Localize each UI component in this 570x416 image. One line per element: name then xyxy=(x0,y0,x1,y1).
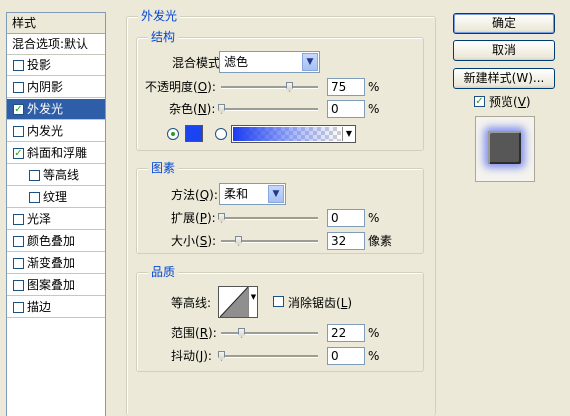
jitter-input[interactable]: 0 xyxy=(327,347,365,365)
style-item[interactable]: 描边 xyxy=(7,297,105,318)
size-input[interactable]: 32 xyxy=(327,232,365,250)
jitter-label: 抖动(J): xyxy=(171,349,212,363)
style-item-label: 投影 xyxy=(27,58,52,72)
elements-title: 图素 xyxy=(148,161,179,175)
anti-alias-label: 消除锯齿(L) xyxy=(288,296,353,310)
size-unit: 像素 xyxy=(368,234,393,248)
style-item-checkbox[interactable]: ✓ xyxy=(13,104,24,115)
blending-options-label: 混合选项:默认 xyxy=(12,37,89,51)
spread-slider-track xyxy=(221,217,318,220)
style-item[interactable]: ✓ 斜面和浮雕 xyxy=(7,143,105,164)
gradient-picker[interactable]: ▼ xyxy=(231,125,356,143)
range-slider-track xyxy=(221,332,318,335)
opacity-label: 不透明度(O): xyxy=(145,80,216,94)
range-input[interactable]: 22 xyxy=(327,324,365,342)
style-item-label: 光泽 xyxy=(27,212,52,226)
contour-picker[interactable]: ▼ xyxy=(218,286,258,318)
size-label: 大小(S): xyxy=(171,234,217,248)
style-item-checkbox[interactable] xyxy=(13,258,24,269)
style-item-label: 内阴影 xyxy=(27,80,64,94)
new-style-button[interactable]: 新建样式(W)... xyxy=(453,68,555,89)
style-item[interactable]: 等高线 xyxy=(7,165,105,186)
chevron-down-icon: ▼ xyxy=(248,287,258,317)
styles-header: 样式 xyxy=(7,13,105,34)
spread-input[interactable]: 0 xyxy=(327,209,365,227)
blend-mode-label: 混合模式: xyxy=(172,56,225,70)
opacity-slider-track xyxy=(221,86,318,89)
style-item-label: 图案叠加 xyxy=(27,278,76,292)
gradient-radio[interactable] xyxy=(215,128,227,140)
noise-input[interactable]: 0 xyxy=(327,100,365,118)
style-item-checkbox[interactable] xyxy=(13,82,24,93)
style-item-label: 内发光 xyxy=(27,124,64,138)
style-preview-shape xyxy=(488,131,521,164)
jitter-slider-track xyxy=(221,355,318,358)
contour-label: 等高线: xyxy=(171,296,212,310)
style-item-label: 描边 xyxy=(27,300,52,314)
ok-button[interactable]: 确定 xyxy=(453,13,555,34)
range-label: 范围(R): xyxy=(171,326,217,340)
style-item-checkbox[interactable]: ✓ xyxy=(13,148,24,159)
opacity-unit: % xyxy=(368,80,380,94)
noise-slider-track xyxy=(221,108,318,111)
noise-unit: % xyxy=(368,102,380,116)
style-item[interactable]: 图案叠加 xyxy=(7,275,105,296)
chevron-down-icon: ▼ xyxy=(302,53,318,71)
solid-color-radio[interactable] xyxy=(167,128,179,140)
range-unit: % xyxy=(368,326,380,340)
technique-value: 柔和 xyxy=(224,187,249,201)
spread-label: 扩展(P): xyxy=(171,211,216,225)
style-item-checkbox[interactable] xyxy=(13,214,24,225)
style-item-checkbox[interactable] xyxy=(13,280,24,291)
glow-color-swatch[interactable] xyxy=(185,125,203,142)
style-item[interactable]: 纹理 xyxy=(7,187,105,208)
style-item-checkbox[interactable] xyxy=(13,302,24,313)
style-item[interactable]: 渐变叠加 xyxy=(7,253,105,274)
style-item-checkbox[interactable] xyxy=(13,236,24,247)
noise-label: 杂色(N): xyxy=(169,102,216,116)
contour-curve-icon xyxy=(220,287,248,317)
chevron-down-icon: ▼ xyxy=(342,127,355,141)
style-item[interactable]: 投影 xyxy=(7,55,105,76)
cancel-button[interactable]: 取消 xyxy=(453,40,555,61)
style-item-checkbox[interactable] xyxy=(13,60,24,71)
quality-title: 品质 xyxy=(148,265,179,279)
style-item[interactable]: ✓ 外发光 xyxy=(7,99,105,120)
style-item-checkbox[interactable] xyxy=(29,170,40,181)
blend-mode-value: 滤色 xyxy=(224,55,249,69)
style-item[interactable]: 颜色叠加 xyxy=(7,231,105,252)
style-item-label: 等高线 xyxy=(43,168,80,182)
preview-checkbox[interactable]: ✓ xyxy=(474,96,486,108)
preview-label: 预览(V) xyxy=(489,95,531,109)
blend-mode-select[interactable]: 滤色 ▼ xyxy=(219,51,320,73)
style-item-label: 外发光 xyxy=(27,102,64,116)
anti-alias-checkbox[interactable] xyxy=(273,296,285,308)
outer-glow-title: 外发光 xyxy=(138,9,181,23)
structure-title: 结构 xyxy=(148,30,179,44)
style-item[interactable]: 内阴影 xyxy=(7,77,105,98)
blending-options-item[interactable]: 混合选项:默认 xyxy=(7,34,105,55)
styles-header-label: 样式 xyxy=(12,16,37,30)
style-preview-box xyxy=(475,116,535,182)
style-item[interactable]: 内发光 xyxy=(7,121,105,142)
style-item-label: 渐变叠加 xyxy=(27,256,76,270)
styles-list: 样式 混合选项:默认 投影 内阴影 ✓ 外发光 内发光 ✓ 斜面和浮雕 等高线 纹理 光泽 颜色叠加… xyxy=(6,12,106,416)
jitter-unit: % xyxy=(368,349,380,363)
gradient-preview xyxy=(233,127,341,141)
chevron-down-icon: ▼ xyxy=(268,185,284,203)
style-item-checkbox[interactable] xyxy=(13,126,24,137)
style-item-label: 颜色叠加 xyxy=(27,234,76,248)
technique-select[interactable]: 柔和 ▼ xyxy=(219,183,286,205)
style-item-label: 斜面和浮雕 xyxy=(27,146,88,160)
style-item-label: 纹理 xyxy=(43,190,68,204)
spread-unit: % xyxy=(368,211,380,225)
opacity-input[interactable]: 75 xyxy=(327,78,365,96)
technique-label: 方法(Q): xyxy=(171,188,218,202)
style-item[interactable]: 光泽 xyxy=(7,209,105,230)
style-item-checkbox[interactable] xyxy=(29,192,40,203)
